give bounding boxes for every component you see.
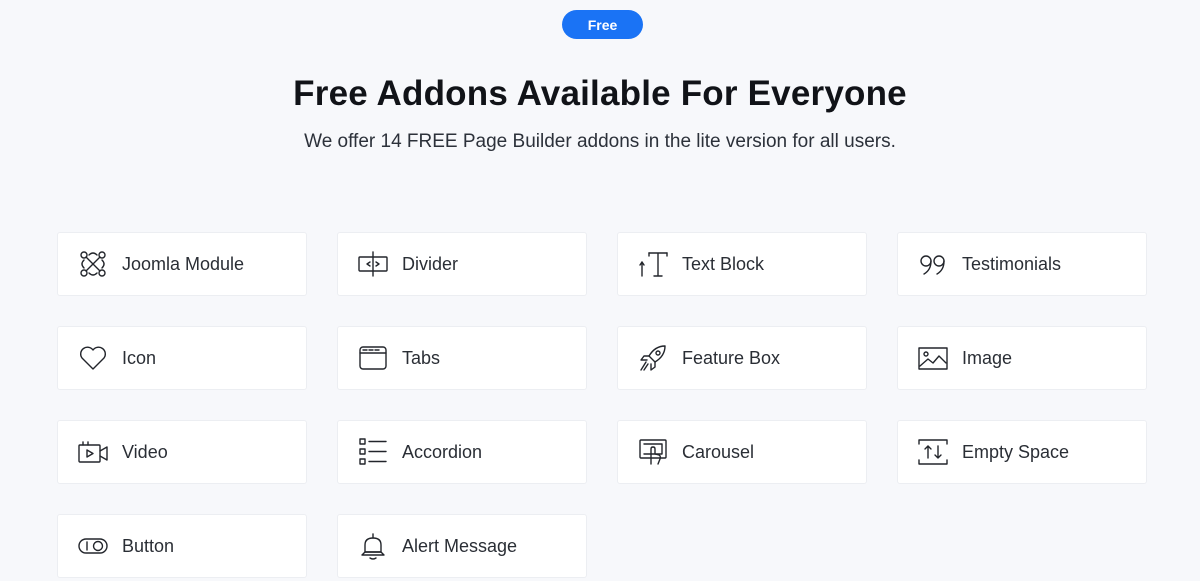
addon-card-alert-message[interactable]: Alert Message	[337, 514, 587, 578]
heart-icon	[77, 342, 109, 374]
addon-card-video[interactable]: Video	[57, 420, 307, 484]
addon-card-divider[interactable]: Divider	[337, 232, 587, 296]
addon-card-testimonials[interactable]: Testimonials	[897, 232, 1147, 296]
section-subtitle: We offer 14 FREE Page Builder addons in …	[304, 131, 896, 152]
addon-label: Empty Space	[962, 441, 1070, 462]
video-icon	[77, 436, 109, 468]
accordion-icon	[357, 436, 389, 468]
bell-icon	[357, 530, 389, 562]
carousel-icon	[637, 436, 669, 468]
addon-card-joomla-module[interactable]: Joomla Module	[57, 232, 307, 296]
addon-card-feature-box[interactable]: Feature Box	[617, 326, 867, 390]
free-badge: Free	[562, 10, 643, 39]
toggle-button-icon	[77, 530, 109, 562]
addon-label: Video	[122, 441, 168, 462]
addon-label: Joomla Module	[122, 253, 245, 274]
addon-card-empty-space[interactable]: Empty Space	[897, 420, 1147, 484]
addons-section: Free Free Addons Available For Everyone …	[0, 0, 1200, 581]
addon-card-accordion[interactable]: Accordion	[337, 420, 587, 484]
addons-grid: Joomla Module Divider Text Block Testimo…	[57, 232, 1149, 578]
section-title: Free Addons Available For Everyone	[293, 74, 907, 113]
text-block-icon	[637, 248, 669, 280]
addon-label: Alert Message	[402, 535, 518, 556]
rocket-icon	[637, 342, 669, 374]
addon-card-carousel[interactable]: Carousel	[617, 420, 867, 484]
addon-label: Image	[962, 347, 1013, 368]
empty-space-icon	[917, 436, 949, 468]
addon-label: Text Block	[682, 253, 765, 274]
addon-label: Testimonials	[962, 253, 1062, 274]
addon-card-text-block[interactable]: Text Block	[617, 232, 867, 296]
divider-icon	[357, 248, 389, 280]
addon-label: Divider	[402, 253, 459, 274]
addon-card-button[interactable]: Button	[57, 514, 307, 578]
addon-label: Button	[122, 535, 175, 556]
addon-label: Accordion	[402, 441, 483, 462]
quote-icon	[917, 248, 949, 280]
image-icon	[917, 342, 949, 374]
addon-label: Tabs	[402, 347, 441, 368]
addon-card-image[interactable]: Image	[897, 326, 1147, 390]
addon-card-icon[interactable]: Icon	[57, 326, 307, 390]
addon-label: Icon	[122, 347, 157, 368]
addon-card-tabs[interactable]: Tabs	[337, 326, 587, 390]
tabs-icon	[357, 342, 389, 374]
addon-label: Carousel	[682, 441, 755, 462]
joomla-icon	[77, 248, 109, 280]
addon-label: Feature Box	[682, 347, 781, 368]
